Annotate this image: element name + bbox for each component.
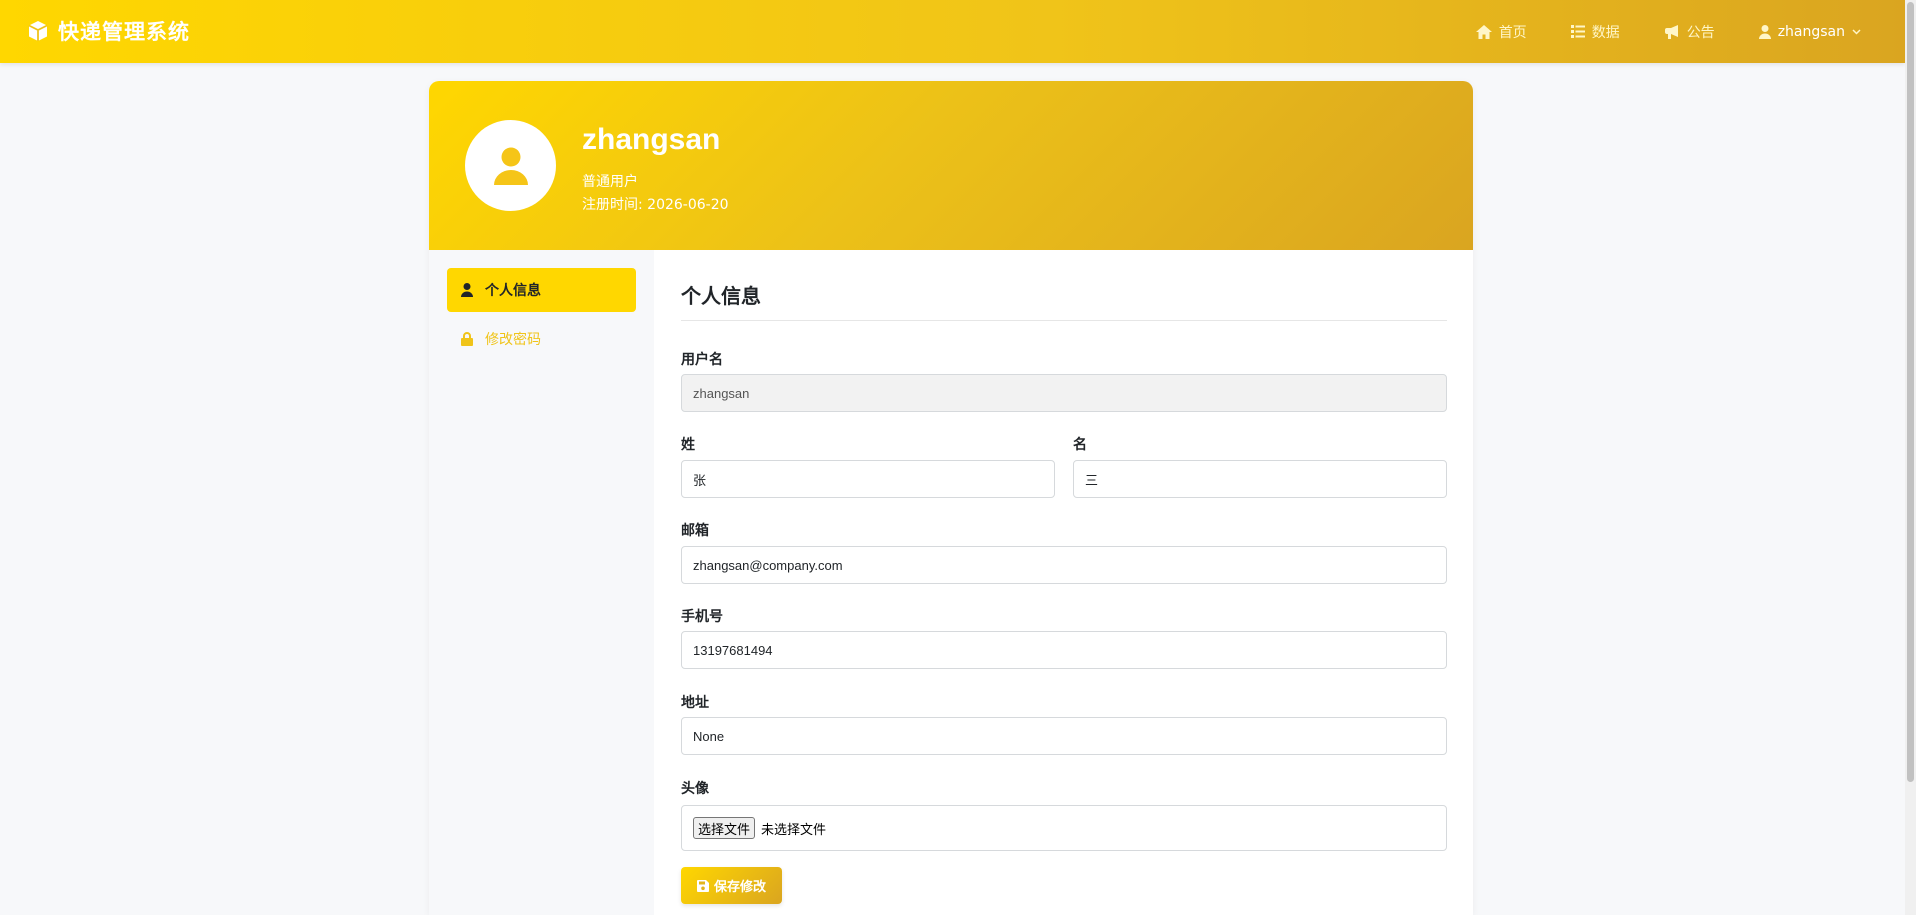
user-icon <box>1758 24 1771 39</box>
user-icon <box>461 283 473 297</box>
chevron-down-icon <box>1852 28 1861 35</box>
page-scrollbar[interactable] <box>1905 0 1916 915</box>
divider <box>681 320 1447 321</box>
profile-header: zhangsan 普通用户 注册时间: 2026-06-20 <box>429 81 1473 250</box>
username-field[interactable] <box>681 374 1447 412</box>
first-name-label: 名 <box>1073 437 1087 453</box>
top-navbar: 快递管理系统 首页 数据 公告 zhangsan <box>0 0 1905 63</box>
email-label: 邮箱 <box>681 523 709 539</box>
first-name-field[interactable] <box>1073 460 1447 498</box>
file-status: 未选择文件 <box>761 822 827 838</box>
email-field[interactable] <box>681 546 1447 584</box>
nav-notice[interactable]: 公告 <box>1664 22 1715 42</box>
scrollbar-thumb[interactable] <box>1907 2 1914 782</box>
username-label: 用户名 <box>681 352 723 368</box>
address-label: 地址 <box>681 695 709 711</box>
nav-links: 首页 数据 公告 zhangsan <box>1432 0 1861 63</box>
user-menu-label: zhangsan <box>1777 23 1845 40</box>
save-button-label: 保存修改 <box>713 880 766 895</box>
save-icon <box>696 879 709 892</box>
cube-icon <box>26 19 50 43</box>
avatar <box>465 120 556 211</box>
user-menu[interactable]: zhangsan <box>1758 23 1861 40</box>
lock-icon <box>461 332 473 346</box>
sidebar-item-password[interactable]: 修改密码 <box>447 317 636 361</box>
nav-data-label: 数据 <box>1591 24 1620 41</box>
sidebar-item-profile[interactable]: 个人信息 <box>447 268 636 312</box>
home-icon <box>1475 24 1492 39</box>
last-name-field[interactable] <box>681 460 1055 498</box>
sidebar-item-label: 修改密码 <box>485 332 541 348</box>
save-button[interactable]: 保存修改 <box>681 867 782 904</box>
brand[interactable]: 快递管理系统 <box>26 16 190 46</box>
address-field[interactable] <box>681 717 1447 755</box>
last-name-label: 姓 <box>681 437 695 453</box>
user-avatar-icon <box>493 147 528 185</box>
brand-title: 快递管理系统 <box>58 20 190 44</box>
nav-home[interactable]: 首页 <box>1475 22 1527 42</box>
nav-notice-label: 公告 <box>1686 24 1715 41</box>
sidebar-item-label: 个人信息 <box>485 283 541 299</box>
profile-name: zhangsan <box>582 123 721 156</box>
nav-data[interactable]: 数据 <box>1570 22 1620 42</box>
choose-file-button[interactable]: 选择文件 <box>693 817 756 839</box>
profile-card: zhangsan 普通用户 注册时间: 2026-06-20 个人信息 修改密码… <box>429 81 1473 915</box>
nav-home-label: 首页 <box>1498 24 1527 41</box>
avatar-label: 头像 <box>681 781 709 797</box>
list-icon <box>1570 25 1585 38</box>
bullhorn-icon <box>1664 24 1680 39</box>
avatar-file-input: 选择文件 未选择文件 <box>681 805 1447 851</box>
section-title: 个人信息 <box>681 284 761 308</box>
profile-sidebar: 个人信息 修改密码 <box>429 250 654 915</box>
phone-field[interactable] <box>681 631 1447 669</box>
profile-role: 普通用户 <box>582 174 638 190</box>
profile-registered: 注册时间: 2026-06-20 <box>582 197 729 213</box>
phone-label: 手机号 <box>681 609 723 625</box>
